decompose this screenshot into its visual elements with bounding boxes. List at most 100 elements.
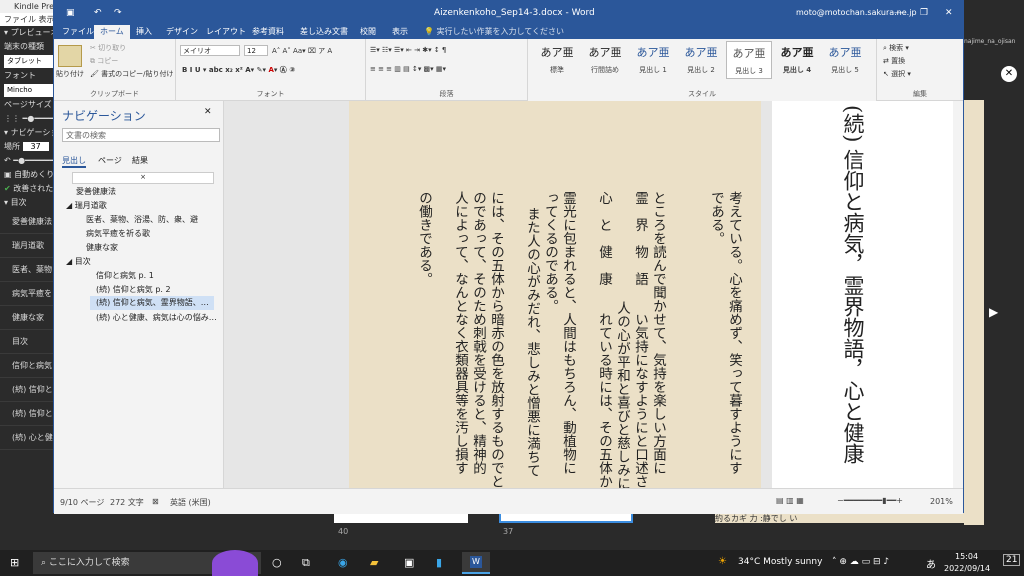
text-column: 考えている。心を痛めず、笑って暮すようにす xyxy=(726,191,742,475)
find-button[interactable]: ⌕ 検索 ▾ xyxy=(883,43,909,53)
right-page-fragment: 約るカギ 力 :静でし い xyxy=(715,513,964,523)
location-input[interactable]: 37 xyxy=(22,142,49,151)
font-size-select[interactable]: 12 xyxy=(244,45,268,56)
save-icon[interactable]: ▣ xyxy=(66,1,75,25)
font-format-buttons[interactable]: B I U ▾ abc x₂ x² A▾ ✎▾ A▾ Ⓐ ③ xyxy=(182,65,295,75)
kindle-icon[interactable]: ▮ xyxy=(436,556,442,569)
style-heading-5[interactable]: あア亜 見出し 5 xyxy=(822,41,868,79)
tell-me-box[interactable]: 💡 実行したい作業を入力してください xyxy=(424,25,564,39)
alignment-buttons[interactable]: ≡ ≡ ≡ ▥ ▤ ↕▾ ▩▾ ▦▾ xyxy=(370,65,446,73)
nav-heading-item[interactable]: (続) 信仰と病気 p. 2 xyxy=(96,284,171,295)
ime-indicator[interactable]: あ xyxy=(926,556,936,571)
document-search-input[interactable]: 文書の検索 xyxy=(62,128,220,142)
nav-heading-item[interactable]: 愛善健康法 xyxy=(76,186,116,197)
styles-group: あア亜 標準 あア亜 行間詰め あア亜 見出し 1 あア亜 見出し 2 あア亜 見出し 3… xyxy=(528,39,877,101)
view-buttons[interactable]: ▤ ▥ ▦ xyxy=(776,496,804,505)
tab-view[interactable]: 表示 xyxy=(392,25,408,39)
task-view-icon[interactable]: ⧉ xyxy=(302,556,310,570)
font-group: メイリオ 12 A˄ A˅ Aa▾ ⌧ ア A B I U ▾ abc x₂ x… xyxy=(176,39,366,101)
zoom-slider[interactable]: −━━━━━━━━▮━━+ xyxy=(837,496,903,505)
edit-group-label: 編集 xyxy=(913,90,927,98)
clock-time[interactable]: 15:04 xyxy=(955,552,978,561)
zoom-level[interactable]: 201% xyxy=(930,497,953,506)
text-column: また人の心がみだれ、悲しみと憎悪に満ちて xyxy=(524,207,540,477)
paragraph-group-label: 段落 xyxy=(439,90,454,98)
nav-heading-item[interactable]: 健康な家 xyxy=(86,242,118,253)
text-column: のであって、そのため刺戟を受けると、精神的 xyxy=(470,191,486,475)
font-size-buttons[interactable]: A˄ A˅ Aa▾ ⌧ ア A xyxy=(272,46,332,56)
weather-text[interactable]: 34°C Mostly sunny xyxy=(738,557,822,567)
nav-heading-item[interactable]: ◢ 目次 xyxy=(66,256,91,267)
nav-heading-item-selected[interactable]: (続) 信仰と病気、霊界物語、… xyxy=(90,296,214,310)
store-icon[interactable]: ▣ xyxy=(404,556,414,569)
scanned-page: 考えている。心を痛めず、笑って暮すようにす である。 ところを読んで聞かせて、気… xyxy=(349,101,761,488)
text-column: 霊光に包まれると、人間はもちろん、動植物に xyxy=(560,191,576,475)
nav-heading-item[interactable]: ◢ 瑞月道歌 xyxy=(66,200,107,211)
windows-start-icon[interactable]: ⊞ xyxy=(10,556,19,569)
close-icon[interactable]: ✕ xyxy=(1001,66,1017,82)
paste-icon[interactable] xyxy=(58,45,82,67)
vertical-heading: (続) 信仰と病気，霊界物語，心と健康 xyxy=(841,105,865,465)
tab-design[interactable]: デザイン xyxy=(166,25,198,39)
tab-references[interactable]: 参考資料 xyxy=(252,25,284,39)
nav-tab-results[interactable]: 結果 xyxy=(132,155,148,166)
notification-icon[interactable]: 21 xyxy=(1003,554,1021,566)
font-group-label: フォント xyxy=(256,90,285,98)
document-title: Aizenkenkoho_Sep14-3.docx - Word xyxy=(434,8,595,18)
text-column: である。 xyxy=(708,191,724,245)
close-window-icon[interactable]: ✕ xyxy=(945,1,953,25)
format-painter-button[interactable]: 🖌 書式のコピー/貼り付け xyxy=(90,69,173,79)
undo-icon[interactable]: ↶ xyxy=(94,1,102,25)
nav-heading-item[interactable]: 信仰と病気 p. 1 xyxy=(96,270,154,281)
style-heading-2[interactable]: あア亜 見出し 2 xyxy=(678,41,724,79)
cortana-icon[interactable]: ○ xyxy=(272,556,282,569)
nav-heading-item[interactable]: 病気平癒を祈る歌 xyxy=(86,228,150,239)
language[interactable]: 英語 (米国) xyxy=(170,497,211,508)
paragraph-group: ☰▾ ☷▾ ☰▾ ⇤ ⇥ ✱▾ ↕ ¶ ≡ ≡ ≡ ▥ ▤ ↕▾ ▩▾ ▦▾ 段… xyxy=(366,39,528,101)
nav-tab-headings[interactable]: 見出し xyxy=(62,155,86,168)
nav-heading-item[interactable]: 医者、薬物、浴湯、防、衆、避 xyxy=(86,214,198,225)
heading-empty-item[interactable]: × xyxy=(72,172,214,184)
style-normal[interactable]: あア亜 標準 xyxy=(534,41,580,79)
style-no-spacing[interactable]: あア亜 行間詰め xyxy=(582,41,628,79)
heading-page: (続) 信仰と病気，霊界物語，心と健康 xyxy=(772,101,953,488)
tab-review[interactable]: 校閲 xyxy=(360,25,376,39)
kindle-menu-file[interactable]: ファイル xyxy=(4,15,36,24)
close-pane-icon[interactable]: ✕ xyxy=(204,107,212,117)
tray-icons[interactable]: ˄ ⊕ ☁ ▭ ⊟ ♪ xyxy=(832,557,889,567)
right-page-edge xyxy=(964,100,984,525)
word-taskbar-button[interactable]: W xyxy=(462,552,490,574)
copy-button[interactable]: ⧉ コピー xyxy=(90,56,118,66)
search-icon: ⌕ xyxy=(41,558,47,568)
navigation-title: ナビゲーション xyxy=(62,109,146,123)
next-page-arrow-icon[interactable]: ▶ xyxy=(989,305,998,319)
clock-date[interactable]: 2022/09/14 xyxy=(944,564,990,573)
style-heading-4[interactable]: あア亜 見出し 4 xyxy=(774,41,820,79)
word-count[interactable]: 272 文字 xyxy=(110,497,144,508)
redo-icon[interactable]: ↷ xyxy=(114,1,122,25)
font-name-select[interactable]: メイリオ xyxy=(180,45,240,56)
right-user-text: najime_na_ojisan xyxy=(964,38,1016,45)
tab-file[interactable]: ファイル xyxy=(62,25,94,39)
list-buttons[interactable]: ☰▾ ☷▾ ☰▾ ⇤ ⇥ ✱▾ ↕ ¶ xyxy=(370,46,446,54)
replace-button[interactable]: ⇄ 置換 xyxy=(883,56,905,66)
minimize-icon[interactable]: — xyxy=(894,1,903,25)
text-column: ところを読んで聞かせて、気持を楽しい方面に xyxy=(650,191,666,475)
thumbnail-label: 37 xyxy=(503,527,514,536)
tab-home[interactable]: ホーム xyxy=(94,25,130,39)
tab-insert[interactable]: 挿入 xyxy=(136,25,152,39)
nav-tab-pages[interactable]: ページ xyxy=(98,155,122,166)
cut-button[interactable]: ✂ 切り取り xyxy=(90,43,126,53)
proofing-icon[interactable]: ⊠ xyxy=(152,497,159,506)
nav-heading-item[interactable]: (続) 心と健康、病気は心の悩み… xyxy=(96,312,217,323)
style-heading-3[interactable]: あア亜 見出し 3 xyxy=(726,41,772,79)
tab-mailings[interactable]: 差し込み文書 xyxy=(300,25,348,39)
file-explorer-icon[interactable]: ▰ xyxy=(370,556,378,569)
edge-icon[interactable]: ◉ xyxy=(338,556,348,569)
select-button[interactable]: ↖ 選択 ▾ xyxy=(883,69,911,79)
paste-button[interactable]: 貼り付け xyxy=(56,69,84,79)
tab-layout[interactable]: レイアウト xyxy=(206,25,246,39)
style-heading-1[interactable]: あア亜 見出し 1 xyxy=(630,41,676,79)
page-count[interactable]: 9/10 ページ xyxy=(60,497,104,508)
maximize-icon[interactable]: ❐ xyxy=(920,1,928,25)
